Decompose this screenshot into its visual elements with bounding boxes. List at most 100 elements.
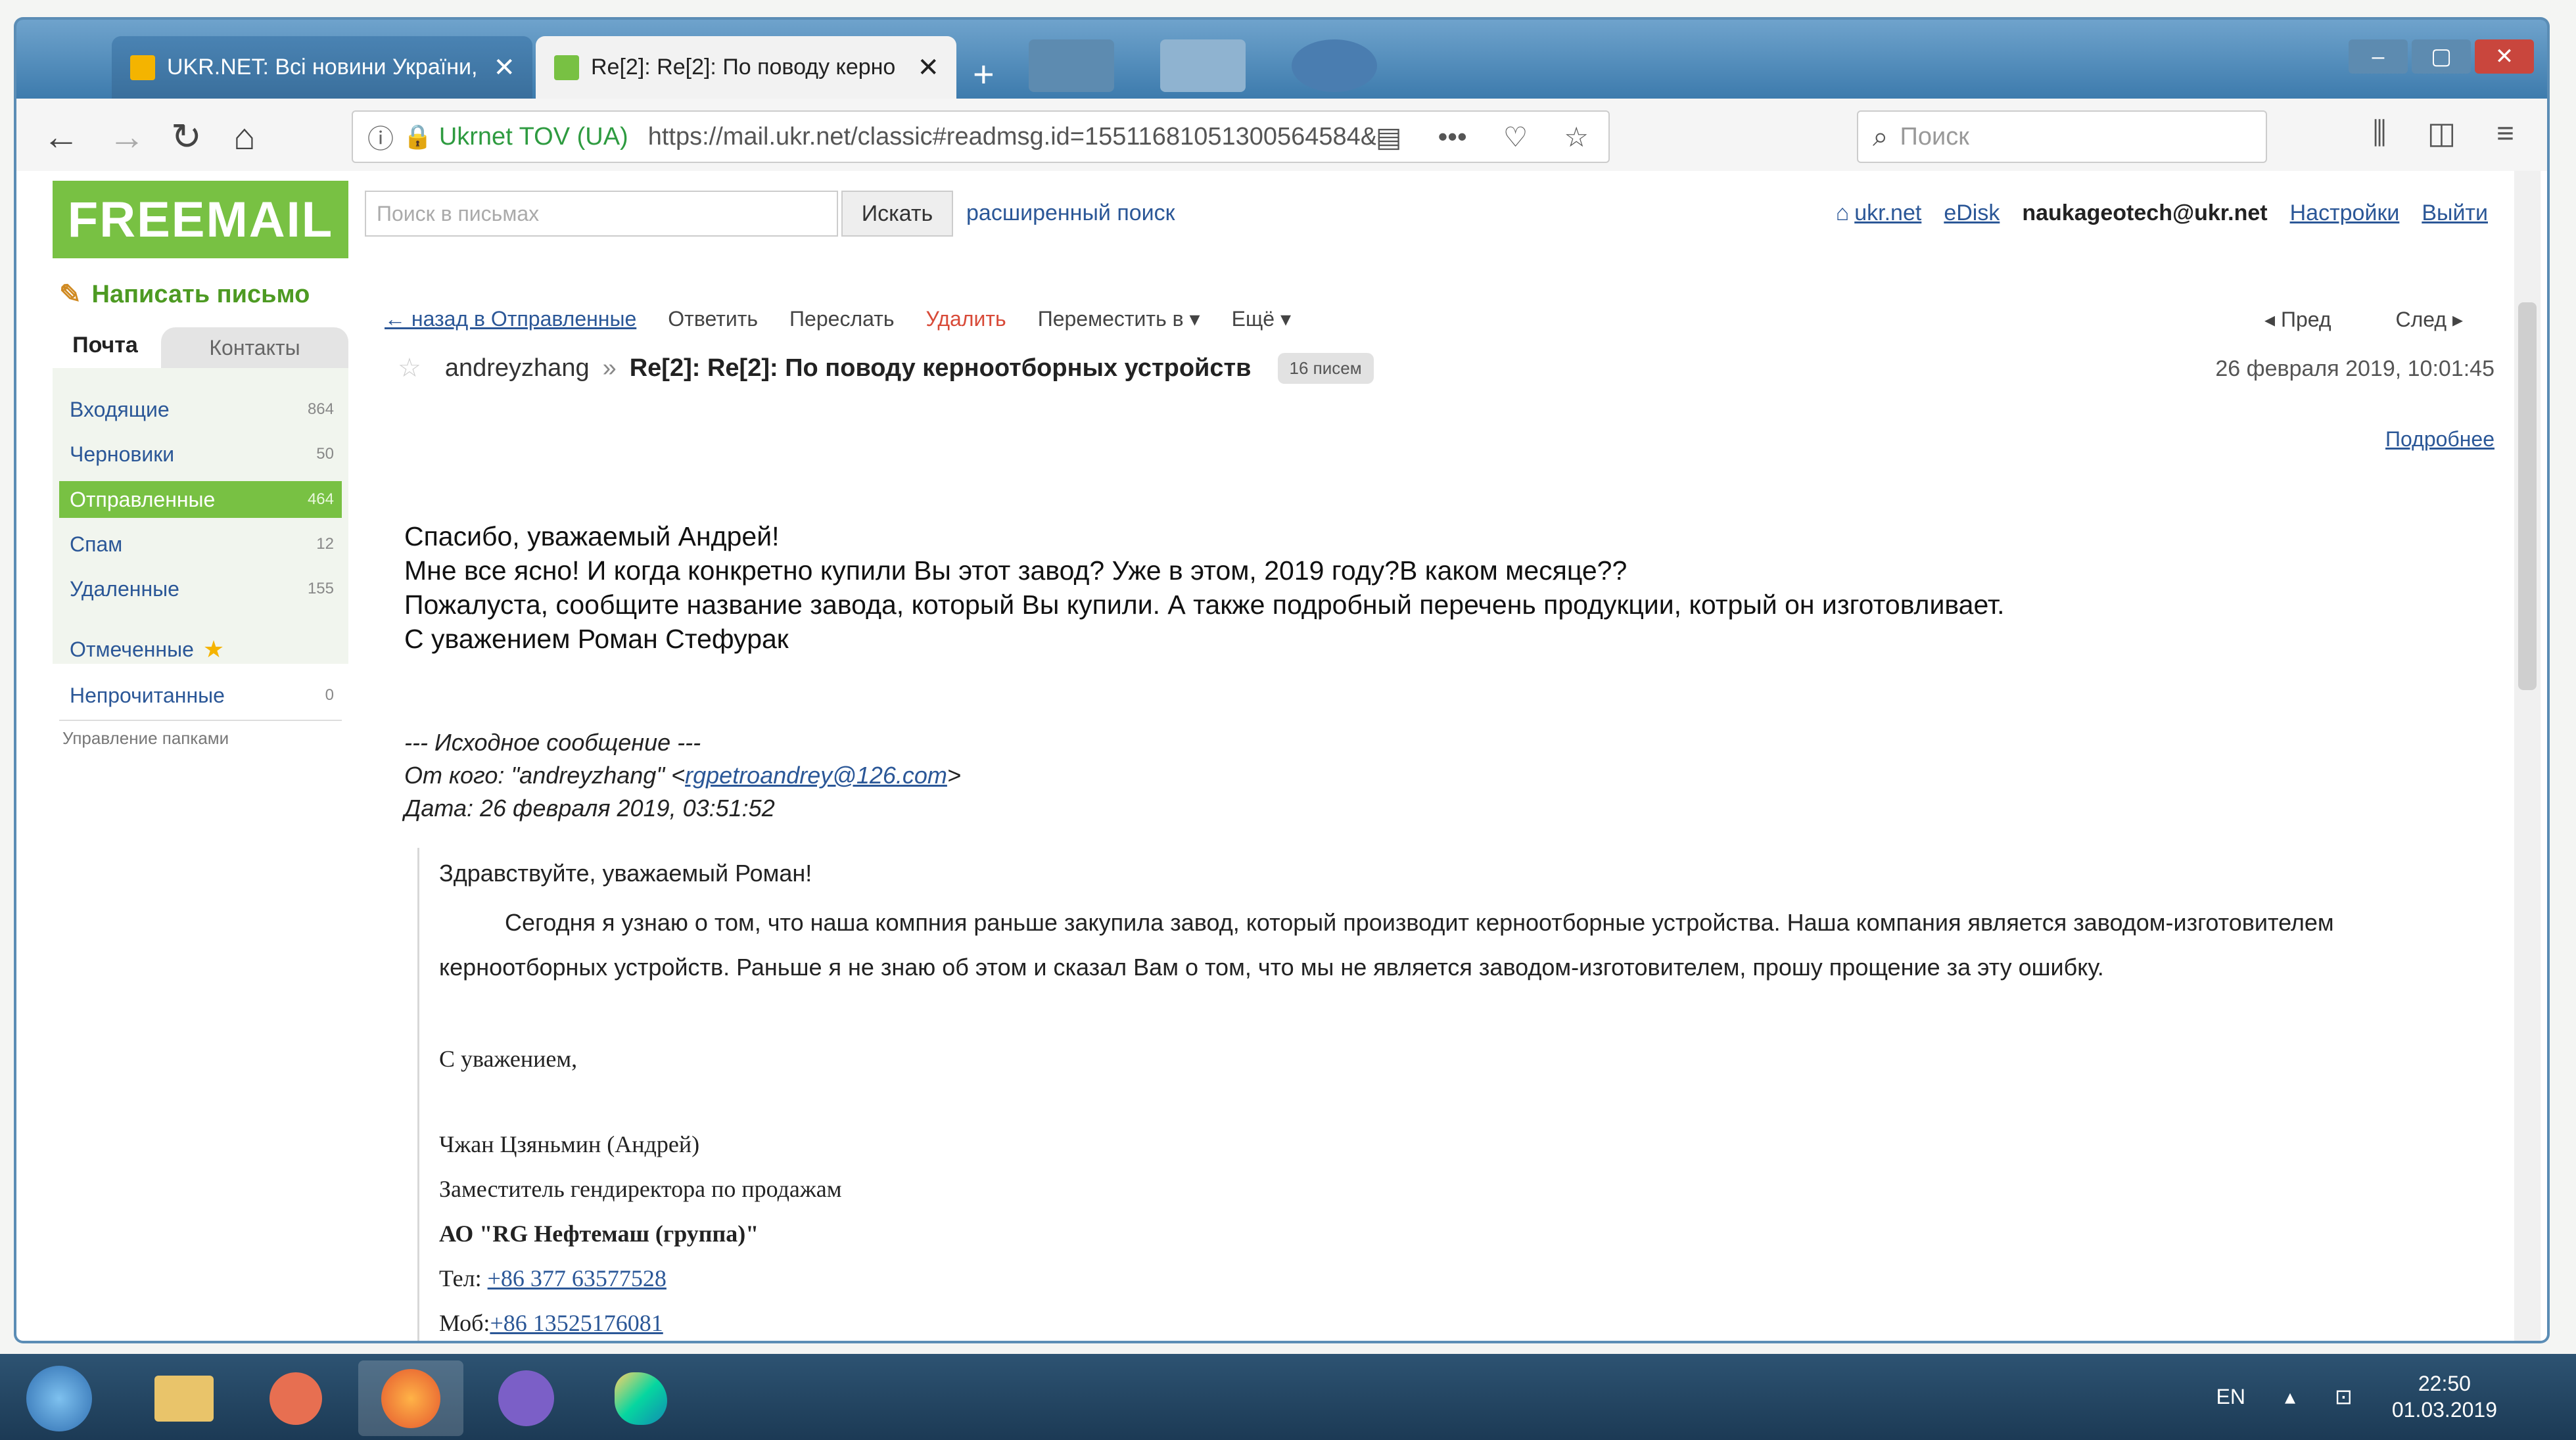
window-controls: ‒ ▢ ✕ (2349, 39, 2534, 74)
clock[interactable]: 22:50 01.03.2019 (2392, 1370, 2497, 1423)
folder-sent[interactable]: Отправленные 464 (59, 481, 342, 518)
sender-name[interactable]: andreyzhang (445, 354, 590, 383)
message-subject: Re[2]: Re[2]: По поводу керноотборных ус… (629, 354, 1252, 382)
folder-unread[interactable]: Непрочитанные 0 (59, 677, 342, 714)
quote-greeting: Здравствуйте, уважаемый Роман! (439, 860, 812, 887)
compose-button[interactable]: ✎ Написать письмо (59, 279, 310, 310)
signature-name: Чжан Цзяньмин (Андрей) (439, 1131, 700, 1157)
more-button[interactable]: Ещё ▾ (1232, 306, 1291, 331)
viber-thumbnail-icon[interactable] (1292, 39, 1377, 92)
mob-link[interactable]: +86 13525176081 (490, 1310, 663, 1336)
close-tab-icon[interactable]: ✕ (493, 53, 515, 83)
folder-spam[interactable]: Спам 12 (59, 526, 342, 563)
media-player-icon[interactable] (243, 1360, 348, 1436)
logout-link[interactable]: Выйти (2422, 200, 2488, 226)
certificate-label[interactable]: Ukrnet TOV (UA) (439, 123, 628, 151)
mail-search-button[interactable]: Искать (841, 191, 953, 237)
new-tab-icon[interactable]: + (973, 53, 995, 95)
browser-tab-ukrnet[interactable]: UKR.NET: Всі новини України, ✕ (112, 36, 532, 99)
message-date: 26 февраля 2019, 10:01:45 (2215, 356, 2494, 381)
back-to-sent-link[interactable]: ← назад в Отправленные (385, 307, 636, 331)
mail-search-input[interactable]: Поиск в письмах (365, 191, 838, 237)
sidebar-divider (59, 720, 342, 721)
home-link[interactable]: ⌂ ukr.net (1836, 200, 1922, 226)
address-bar[interactable]: ⓘ 🔒 Ukrnet TOV (UA) https://mail.ukr.net… (352, 110, 1610, 163)
browser-search-box[interactable]: ⌕ Поиск (1857, 110, 2267, 163)
close-window-icon[interactable]: ✕ (2475, 39, 2534, 74)
mail-favicon-icon (554, 55, 579, 80)
library-icon[interactable]: ⫼ (2373, 115, 2387, 152)
forward-icon[interactable]: → (108, 115, 145, 158)
url-text[interactable]: https://mail.ukr.net/classic#readmsg.id=… (648, 123, 1376, 151)
prev-button[interactable]: ◂ Пред (2264, 307, 2331, 332)
folder-drafts[interactable]: Черновики 50 (59, 436, 342, 473)
minimize-icon[interactable]: ‒ (2349, 39, 2408, 74)
clock-time: 22:50 (2418, 1372, 2471, 1395)
tel-label: Тел: (439, 1265, 482, 1291)
window-thumbnail[interactable] (1160, 39, 1246, 92)
compose-label: Написать письмо (91, 280, 310, 308)
toolbar-right: ⫼ ◫ ≡ (2373, 115, 2514, 152)
tab-contacts[interactable]: Контакты (161, 327, 348, 368)
window-thumbnail[interactable] (1029, 39, 1114, 92)
close-tab-icon[interactable]: ✕ (917, 53, 939, 83)
move-to-button[interactable]: Переместить в ▾ (1038, 306, 1200, 331)
quote-from: От кого: "andreyzhang" <rgpetroandrey@12… (404, 759, 961, 792)
quote-regards: С уважением, (439, 1046, 578, 1072)
info-icon[interactable]: ⓘ (367, 118, 394, 156)
freemail-logo[interactable]: FREEMAIL (53, 181, 348, 258)
reload-icon[interactable]: ↻ (171, 115, 202, 158)
user-email: naukageotech@ukr.net (2022, 200, 2268, 225)
taskbar-thumbnails (1029, 39, 1377, 92)
back-icon[interactable]: ← (43, 115, 80, 158)
explorer-icon[interactable] (131, 1360, 237, 1436)
body-line: Пожалуста, сообщите название завода, кот… (404, 590, 2005, 620)
quote-from-label: От кого: "andreyzhang" < (404, 762, 686, 789)
delete-button[interactable]: Удалить (926, 307, 1006, 331)
scroll-thumb[interactable] (2518, 302, 2537, 690)
thread-count-badge[interactable]: 16 писем (1277, 352, 1374, 384)
taskbar: EN ▴ ⊡ 22:50 01.03.2019 (0, 1354, 2576, 1440)
sidebar-icon[interactable]: ◫ (2427, 115, 2456, 152)
next-button[interactable]: След ▸ (2396, 307, 2464, 332)
mob-label: Моб: (439, 1310, 490, 1336)
lock-icon: 🔒 (403, 123, 433, 150)
reader-view-icon[interactable]: ▤ (1376, 121, 1402, 153)
paint-icon[interactable] (588, 1360, 693, 1436)
viber-icon[interactable] (473, 1360, 578, 1436)
maximize-icon[interactable]: ▢ (2412, 39, 2471, 74)
advanced-search-link[interactable]: расширенный поиск (966, 200, 1175, 226)
page-actions-icon[interactable]: ••• (1438, 121, 1467, 153)
star-outline-icon[interactable]: ☆ (398, 353, 421, 383)
quote-from-email[interactable]: rgpetroandrey@126.com (685, 762, 947, 789)
manage-folders-link[interactable]: Управление папками (62, 728, 229, 749)
menu-icon[interactable]: ≡ (2496, 115, 2514, 152)
reply-button[interactable]: Ответить (668, 307, 758, 331)
tel-link[interactable]: +86 377 63577528 (488, 1265, 667, 1291)
language-indicator[interactable]: EN (2216, 1385, 2245, 1409)
folder-starred[interactable]: Отмеченные ★ (59, 631, 342, 668)
signature-mob: Моб:+86 13525176081 (439, 1309, 663, 1337)
firefox-icon[interactable] (358, 1360, 463, 1436)
ukrnet-link[interactable]: ukr.net (1854, 200, 1921, 226)
pen-icon: ✎ (59, 280, 82, 309)
edisk-link[interactable]: eDisk (1944, 200, 2000, 226)
forward-button[interactable]: Переслать (789, 307, 894, 331)
tab-mail[interactable]: Почта (53, 322, 158, 368)
scrollbar[interactable] (2514, 171, 2541, 1341)
header-links: ⌂ ukr.net eDisk naukageotech@ukr.net Наст… (1836, 200, 2488, 226)
page-content: FREEMAIL Поиск в письмах Искать расширен… (16, 171, 2547, 1341)
start-button-icon[interactable] (26, 1366, 92, 1431)
folder-label: Отправленные (70, 487, 216, 511)
bookmark-star-icon[interactable]: ☆ (1564, 121, 1589, 153)
settings-link[interactable]: Настройки (2290, 200, 2400, 226)
arrow-separator: » (602, 354, 617, 382)
folder-deleted[interactable]: Удаленные 155 (59, 570, 342, 607)
tray-expand-icon[interactable]: ▴ (2285, 1384, 2295, 1409)
home-icon[interactable]: ⌂ (233, 115, 256, 158)
details-link[interactable]: Подробнее (2385, 427, 2494, 452)
browser-tab-mail[interactable]: Re[2]: Re[2]: По поводу керно ✕ (536, 36, 956, 99)
pocket-icon[interactable]: ♡ (1503, 121, 1528, 153)
network-icon[interactable]: ⊡ (2335, 1384, 2353, 1409)
folder-inbox[interactable]: Входящие 864 (59, 391, 342, 428)
